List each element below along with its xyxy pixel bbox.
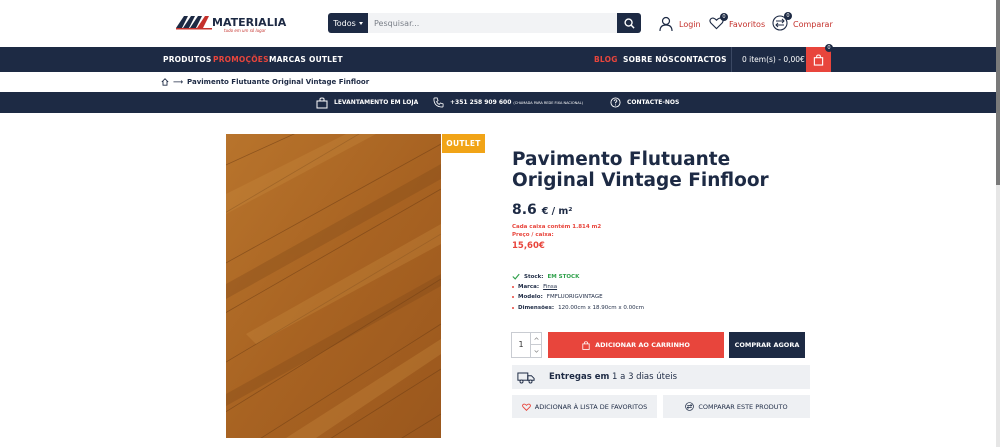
wood-floor-image (226, 134, 441, 438)
store-bag-icon (316, 96, 328, 108)
phone-number: +351 258 909 600 (450, 99, 512, 106)
contact-label: CONTACTE-NOS (627, 99, 680, 106)
top-header: MATERIALIA tudo em um só lugar Todos Log… (0, 0, 996, 47)
store-pickup-label: LEVANTAMENTO EM LOJA (334, 99, 419, 106)
phone-icon (433, 97, 444, 108)
delivery-truck-icon (517, 372, 535, 384)
model-value: FMFLUORIGVINTAGE (546, 294, 603, 300)
add-to-cart-button[interactable]: ADICIONAR AO CARRINHO (548, 332, 724, 358)
main-nav: PRODUTOS PROMOÇÕES MARCAS OUTLET BLOG SO… (0, 47, 996, 72)
check-icon (512, 273, 520, 280)
help-circle-icon (610, 97, 621, 108)
info-bar: LEVANTAMENTO EM LOJA +351 258 909 600 (C… (0, 92, 996, 113)
search-icon (623, 17, 635, 29)
brand-row: Marca: Finsa (512, 284, 557, 290)
compare-product-label: COMPARAR ESTE PRODUTO (698, 402, 788, 411)
cart-summary[interactable]: 0 item(s) - 0,00€ (742, 47, 805, 72)
search-bar: Todos (328, 13, 641, 33)
search-button[interactable] (617, 13, 641, 33)
favorites-label: Favoritos (729, 19, 766, 29)
delivery-bold: Entregas em (549, 372, 610, 382)
dimensions-row: Dimensões: 120.00cm x 18.90cm x 0.00cm (512, 305, 644, 311)
nav-item-produtos[interactable]: PRODUTOS (163, 47, 211, 72)
heart-icon (521, 403, 531, 411)
chevron-down-icon (358, 21, 363, 25)
shopping-bag-icon (813, 53, 824, 66)
quantity-input[interactable]: 1 (512, 333, 530, 357)
phone-info[interactable]: +351 258 909 600 (CHAMADA PARA REDE FIXA… (433, 92, 583, 113)
nav-item-promocoes[interactable]: PROMOÇÕES (213, 47, 269, 72)
logo-tagline: tudo em um só lugar (224, 28, 266, 33)
outlet-badge: OUTLET (442, 134, 485, 153)
compare-count-badge: 0 (784, 12, 792, 20)
cart-count-badge: 0 (825, 44, 833, 52)
phone-note: (CHAMADA PARA REDE FIXA NACIONAL) (513, 100, 583, 105)
box-info: Cada caixa contém 1.814 m2 Preço / caixa… (512, 223, 601, 239)
price-unit: € / m² (541, 206, 573, 217)
add-to-wishlist-button[interactable]: ADICIONAR À LISTA DE FAVORITOS (512, 395, 657, 418)
favorites-link[interactable]: 0 Favoritos (709, 13, 766, 33)
chevron-up-icon (534, 337, 539, 340)
breadcrumb: ⟶ Pavimento Flutuante Original Vintage F… (161, 77, 369, 87)
nav-item-sobre-nos[interactable]: SOBRE NÓS (623, 47, 674, 72)
quantity-stepper: 1 (511, 332, 542, 358)
quantity-increase-button[interactable] (530, 333, 542, 345)
stock-value: EM STOCK (547, 273, 580, 280)
breadcrumb-current: Pavimento Flutuante Original Vintage Fin… (187, 78, 370, 86)
login-link[interactable]: Login (658, 15, 701, 33)
buy-now-button[interactable]: COMPRAR AGORA (729, 332, 805, 358)
search-category-label: Todos (333, 18, 356, 28)
stock-label: Stock: (524, 273, 544, 280)
search-input[interactable] (368, 13, 617, 33)
bullet-icon (512, 286, 514, 288)
compare-label: Comparar (793, 19, 833, 29)
delivery-info: Entregas em 1 a 3 dias úteis (512, 365, 810, 389)
favorites-count-badge: 0 (720, 13, 728, 21)
brand-link[interactable]: Finsa (543, 284, 557, 290)
bullet-icon (512, 296, 514, 298)
nav-item-outlet[interactable]: OUTLET (309, 47, 343, 72)
nav-item-blog[interactable]: BLOG (594, 47, 618, 72)
wishlist-label: ADICIONAR À LISTA DE FAVORITOS (534, 402, 648, 411)
materialia-logo[interactable]: MATERIALIA tudo em um só lugar (176, 14, 286, 34)
favorites-icon-wrap: 0 (709, 13, 728, 32)
login-label: Login (679, 19, 701, 29)
dimensions-value: 120.00cm x 18.90cm x 0.00cm (558, 305, 644, 311)
product-title: Pavimento Flutuante Original Vintage Fin… (512, 149, 769, 191)
delivery-rest: 1 a 3 dias úteis (612, 372, 678, 382)
model-label: Modelo: (518, 294, 543, 300)
delivery-text: Entregas em 1 a 3 dias úteis (549, 372, 677, 382)
scrollbar-thumb[interactable] (996, 0, 1000, 185)
compare-icon-wrap: 0 (772, 12, 792, 33)
add-to-cart-label: ADICIONAR AO CARRINHO (595, 341, 690, 349)
price-value: 8.6 (512, 202, 537, 218)
stock-row: Stock: EM STOCK (512, 273, 579, 280)
compare-product-button[interactable]: COMPARAR ESTE PRODUTO (663, 395, 810, 418)
nav-item-contactos[interactable]: CONTACTOS (674, 47, 727, 72)
box-price-label: Preço / caixa: (512, 232, 554, 238)
compare-link[interactable]: 0 Comparar (772, 12, 833, 33)
compare-arrows-icon (685, 402, 695, 411)
logo-mark-icon (176, 16, 212, 30)
search-category-select[interactable]: Todos (328, 13, 368, 33)
breadcrumb-arrow: ⟶ (173, 78, 184, 86)
chevron-down-icon (534, 349, 539, 353)
contact-info[interactable]: CONTACTE-NOS (610, 92, 679, 113)
nav-item-marcas[interactable]: MARCAS (269, 47, 306, 72)
quantity-decrease-button[interactable] (530, 345, 542, 357)
product-image[interactable] (226, 134, 441, 438)
shopping-bag-icon (582, 340, 590, 350)
box-price: 15,60€ (512, 241, 545, 251)
dimensions-label: Dimensões: (518, 305, 555, 311)
brand-label: Marca: (518, 284, 540, 290)
bullet-icon (512, 307, 514, 309)
nav-divider (731, 47, 732, 72)
home-icon[interactable] (161, 78, 169, 86)
store-pickup-info[interactable]: LEVANTAMENTO EM LOJA (316, 92, 418, 113)
box-content: Cada caixa contém 1.814 m2 (512, 224, 602, 230)
model-row: Modelo: FMFLUORIGVINTAGE (512, 294, 603, 300)
product-price: 8.6 € / m² (512, 202, 572, 218)
user-icon (659, 16, 673, 32)
